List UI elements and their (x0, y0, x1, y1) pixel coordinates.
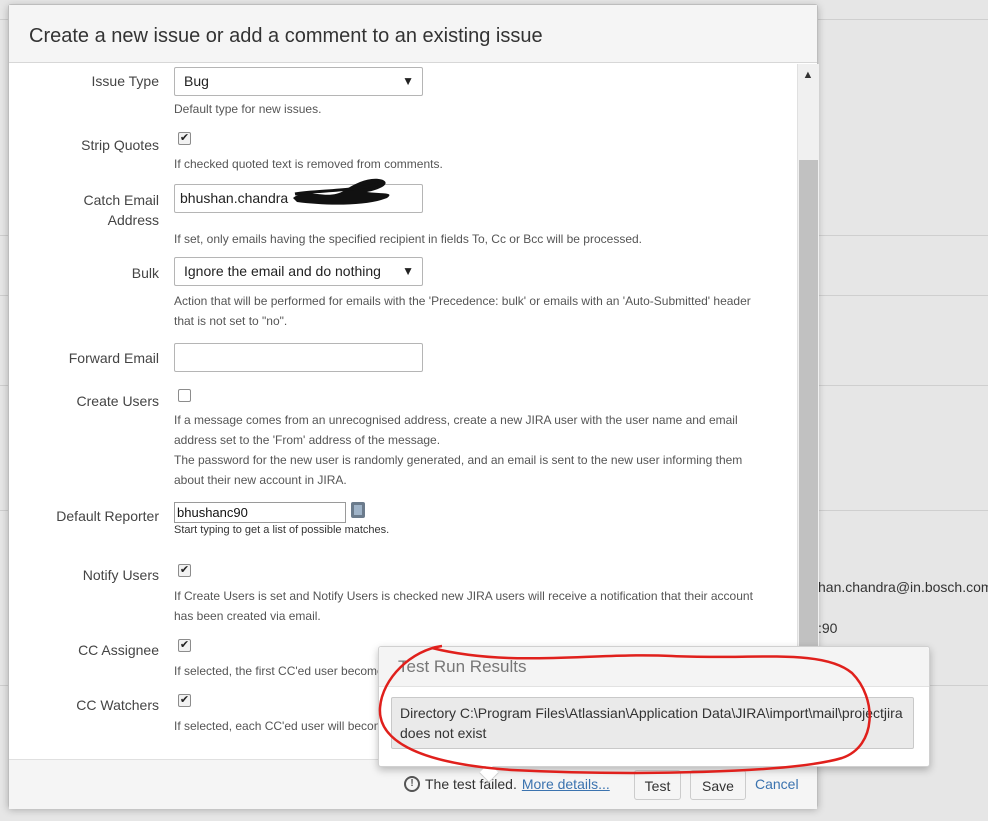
issue-type-label: Issue Type (91, 73, 159, 89)
test-status-text: The test failed. (425, 776, 517, 792)
cancel-link[interactable]: Cancel (755, 776, 799, 792)
test-button[interactable]: Test (634, 770, 681, 800)
default-reporter-field: bhushanc90 Start typing to get a list of… (174, 502, 389, 536)
cc-watchers-label: CC Watchers (76, 697, 159, 713)
test-run-results-message-line1: Directory C:\Program Files\Atlassian\App… (400, 705, 903, 721)
strip-quotes-label: Strip Quotes (81, 137, 159, 153)
cc-watchers-checkbox[interactable]: ✔ (178, 694, 191, 707)
issue-type-help: Default type for new issues. (174, 102, 322, 116)
bulk-select[interactable]: Ignore the email and do nothing ▼ (174, 257, 423, 286)
catch-email-label-line1: Catch Email (83, 192, 159, 208)
notify-users-checkbox[interactable]: ✔ (178, 564, 191, 577)
cc-assignee-label: CC Assignee (78, 642, 159, 658)
test-run-results-title: Test Run Results (379, 647, 929, 687)
chevron-down-icon: ▼ (402, 74, 414, 88)
forward-email-input[interactable] (174, 343, 423, 372)
create-users-help-line2: address set to the 'From' address of the… (174, 433, 441, 447)
background-email: han.chandra@in.bosch.com (818, 579, 988, 595)
dialog-title: Create a new issue or add a comment to a… (29, 25, 543, 47)
notify-users-help-line2: has been created via email. (174, 609, 321, 623)
create-users-checkbox[interactable] (178, 389, 191, 402)
strip-quotes-field: ✔ If checked quoted text is removed from… (174, 132, 764, 174)
test-run-results-popup: Test Run Results Directory C:\Program Fi… (378, 646, 930, 783)
notify-users-label: Notify Users (82, 567, 159, 583)
default-reporter-label: Default Reporter (56, 508, 159, 524)
strip-quotes-help: If checked quoted text is removed from c… (174, 157, 443, 171)
issue-type-field: Bug ▼ Default type for new issues. (174, 67, 764, 119)
catch-email-label-line2: Address (107, 212, 159, 228)
catch-email-value: bhushan.chandra (180, 190, 289, 206)
create-users-field: If a message comes from an unrecognised … (174, 389, 764, 490)
notify-users-help-line1: If Create Users is set and Notify Users … (174, 589, 753, 603)
bulk-help-line1: Action that will be performed for emails… (174, 294, 751, 308)
warning-icon: ! (404, 776, 420, 792)
default-reporter-value: bhushanc90 (177, 505, 248, 520)
more-details-link[interactable]: More details... (522, 776, 610, 792)
notify-users-field: ✔ If Create Users is set and Notify User… (174, 564, 764, 626)
chevron-down-icon: ▼ (402, 264, 414, 278)
issue-type-value: Bug (184, 73, 209, 89)
catch-email-help: If set, only emails having the specified… (174, 232, 642, 246)
bulk-help-line2: that is not set to "no". (174, 314, 288, 328)
bulk-help: Action that will be performed for emails… (174, 291, 764, 331)
test-run-results-message: Directory C:\Program Files\Atlassian\App… (391, 697, 914, 749)
user-picker-icon[interactable] (351, 502, 365, 518)
notify-users-help: If Create Users is set and Notify Users … (174, 586, 764, 626)
bulk-value: Ignore the email and do nothing (184, 263, 381, 279)
create-users-help-line1: If a message comes from an unrecognised … (174, 413, 738, 427)
test-status: ! The test failed. More details... (404, 776, 610, 792)
catch-email-label: Catch Email Address (19, 190, 159, 230)
bulk-label: Bulk (131, 265, 159, 281)
bulk-field: Ignore the email and do nothing ▼ Action… (174, 257, 764, 331)
create-users-help-line3: The password for the new user is randoml… (174, 453, 743, 467)
cc-assignee-checkbox[interactable]: ✔ (178, 639, 191, 652)
create-users-label: Create Users (76, 393, 159, 409)
default-reporter-input[interactable]: bhushanc90 (174, 502, 346, 523)
create-users-help-line4: about their new account in JIRA. (174, 473, 347, 487)
redaction-scribble (293, 178, 390, 205)
forward-email-label: Forward Email (68, 350, 159, 366)
default-reporter-help: Start typing to get a list of possible m… (174, 524, 390, 536)
test-run-results-message-line2: does not exist (400, 725, 487, 741)
forward-email-field (174, 343, 423, 372)
dialog-header: Create a new issue or add a comment to a… (9, 5, 817, 63)
scroll-up-arrow-icon[interactable]: ▲ (797, 64, 819, 86)
background-number: :90 (818, 620, 838, 636)
catch-email-field: bhushan.chandra If set, only emails havi… (174, 178, 764, 249)
create-users-help: If a message comes from an unrecognised … (174, 410, 764, 490)
save-button[interactable]: Save (690, 770, 746, 800)
issue-type-select[interactable]: Bug ▼ (174, 67, 423, 96)
strip-quotes-checkbox[interactable]: ✔ (178, 132, 191, 145)
